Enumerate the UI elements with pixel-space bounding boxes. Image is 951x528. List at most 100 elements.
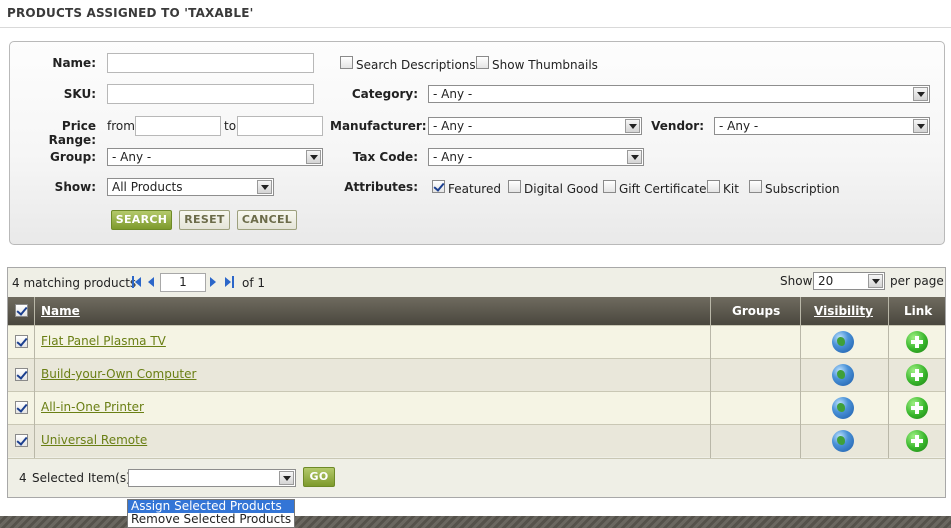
go-button[interactable]: GO (303, 467, 335, 487)
matching-count: 4 matching products (12, 276, 137, 290)
show-per-page-label: Show (780, 274, 813, 288)
product-name-link[interactable]: Flat Panel Plasma TV (41, 334, 166, 348)
show-select-value: All Products (112, 180, 183, 194)
group-label: Group: (50, 150, 96, 164)
group-select[interactable]: - Any - (107, 148, 323, 166)
attributes-label: Attributes: (344, 180, 418, 194)
search-descriptions-checkbox[interactable] (340, 56, 353, 69)
add-circle-icon[interactable] (906, 397, 928, 419)
row-checkbox[interactable] (15, 368, 28, 381)
name-input[interactable] (107, 53, 314, 73)
chevron-down-icon[interactable] (868, 274, 883, 288)
previous-page-icon[interactable] (148, 276, 156, 288)
column-header-visibility[interactable]: Visibility (814, 297, 873, 325)
table-row: Build-your-Own Computer (8, 358, 945, 391)
chevron-down-icon[interactable] (625, 119, 640, 133)
attribute-digital-good-checkbox[interactable] (508, 180, 521, 193)
last-page-icon[interactable] (225, 276, 237, 288)
results-panel: 4 matching products 1 of 1 Show 20 per p… (7, 267, 946, 498)
page-of-label: of 1 (242, 276, 266, 290)
attribute-subscription-label: Subscription (765, 182, 840, 196)
per-page-select[interactable]: 20 (813, 272, 885, 290)
add-circle-icon[interactable] (906, 331, 928, 353)
chevron-down-icon[interactable] (627, 150, 642, 164)
tax-code-select-value: - Any - (433, 150, 473, 164)
sku-input[interactable] (107, 84, 314, 104)
globe-icon[interactable] (832, 430, 854, 452)
attribute-gift-certificate-label: Gift Certificate (619, 182, 707, 196)
price-to-input[interactable] (237, 116, 323, 136)
name-label: Name: (52, 56, 96, 70)
tax-code-label: Tax Code: (352, 150, 418, 164)
page-number-input[interactable]: 1 (160, 273, 206, 292)
bulk-action-select[interactable] (128, 469, 296, 487)
select-all-checkbox[interactable] (15, 304, 28, 317)
per-page-label: per page (890, 274, 944, 288)
search-button[interactable]: SEARCH (111, 210, 172, 230)
selected-items-label: Selected Item(s): (32, 471, 135, 485)
column-header-link: Link (904, 304, 933, 318)
tax-code-select[interactable]: - Any - (428, 148, 644, 166)
row-checkbox[interactable] (15, 401, 28, 414)
vendor-select[interactable]: - Any - (714, 117, 930, 135)
column-header-groups: Groups (732, 304, 781, 318)
page-title: PRODUCTS ASSIGNED TO 'TAXABLE' (7, 6, 254, 20)
attribute-featured-checkbox[interactable] (432, 180, 445, 193)
price-range-label: Price Range: (48, 119, 96, 147)
attribute-gift-certificate-checkbox[interactable] (603, 180, 616, 193)
selected-count: 4 (19, 471, 27, 485)
column-divider (34, 297, 35, 458)
chevron-down-icon[interactable] (306, 150, 321, 164)
attribute-featured-label: Featured (448, 182, 501, 196)
title-divider (0, 27, 951, 28)
chevron-down-icon[interactable] (913, 87, 928, 101)
chevron-down-icon[interactable] (279, 471, 294, 485)
row-checkbox[interactable] (15, 335, 28, 348)
column-divider (710, 297, 711, 458)
globe-icon[interactable] (832, 331, 854, 353)
category-select-value: - Any - (433, 87, 473, 101)
per-page-select-value: 20 (818, 274, 834, 288)
chevron-down-icon[interactable] (913, 119, 928, 133)
show-select[interactable]: All Products (107, 178, 274, 196)
globe-icon[interactable] (832, 397, 854, 419)
next-page-icon[interactable] (210, 276, 218, 288)
pager-bar: 4 matching products 1 of 1 Show 20 per p… (8, 268, 945, 297)
vendor-select-value: - Any - (719, 119, 759, 133)
attribute-subscription-checkbox[interactable] (749, 180, 762, 193)
reset-button[interactable]: RESET (179, 210, 230, 230)
option-remove-selected[interactable]: Remove Selected Products (128, 513, 294, 526)
add-circle-icon[interactable] (906, 364, 928, 386)
price-from-label: from (107, 119, 135, 133)
first-page-icon[interactable] (132, 276, 144, 288)
bulk-action-options: Assign Selected Products Remove Selected… (127, 499, 295, 528)
add-circle-icon[interactable] (906, 430, 928, 452)
bulk-action-bar: 4 Selected Item(s): GO (8, 458, 945, 497)
product-name-link[interactable]: Build-your-Own Computer (41, 367, 196, 381)
price-from-input[interactable] (135, 116, 221, 136)
product-name-link[interactable]: Universal Remote (41, 433, 147, 447)
attribute-kit-label: Kit (723, 182, 739, 196)
cancel-button[interactable]: CANCEL (237, 210, 297, 230)
show-thumbnails-checkbox[interactable] (476, 56, 489, 69)
table-header: Name Groups Visibility Link (8, 297, 945, 325)
globe-icon[interactable] (832, 364, 854, 386)
search-descriptions-label: Search Descriptions (356, 58, 476, 72)
attribute-kit-checkbox[interactable] (707, 180, 720, 193)
column-divider (800, 297, 801, 458)
table-row: All-in-One Printer (8, 391, 945, 424)
group-select-value: - Any - (112, 150, 152, 164)
product-name-link[interactable]: All-in-One Printer (41, 400, 144, 414)
chevron-down-icon[interactable] (257, 180, 272, 194)
column-header-name[interactable]: Name (41, 297, 80, 325)
vendor-label: Vendor: (651, 119, 704, 133)
show-label: Show: (54, 180, 96, 194)
manufacturer-select[interactable]: - Any - (428, 117, 642, 135)
table-row: Flat Panel Plasma TV (8, 325, 945, 358)
row-checkbox[interactable] (15, 434, 28, 447)
table-row: Universal Remote (8, 424, 945, 457)
price-to-label: to (224, 119, 237, 133)
attribute-digital-good-label: Digital Good (524, 182, 599, 196)
category-select[interactable]: - Any - (428, 85, 930, 103)
manufacturer-select-value: - Any - (433, 119, 473, 133)
